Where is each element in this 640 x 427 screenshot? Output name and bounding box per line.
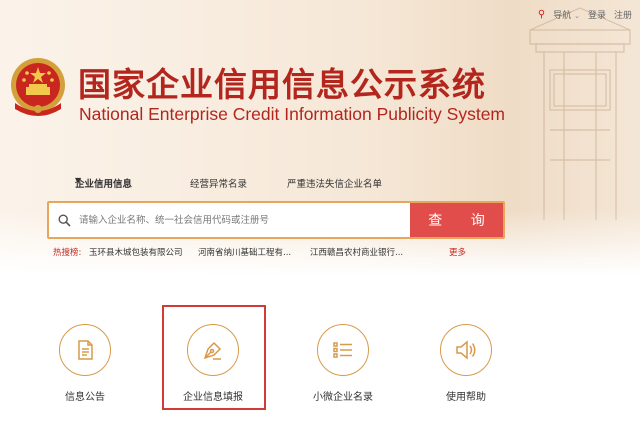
search-category-tabs: ▼ 企业信用信息 经营异常名录 严重违法失信企业名单 bbox=[0, 176, 640, 194]
search-input[interactable] bbox=[79, 203, 410, 237]
feature-label: 信息公告 bbox=[65, 392, 105, 403]
top-utility-bar: ⚲ 导航 ⌄ 登录 注册 bbox=[538, 6, 632, 22]
hot-search-item[interactable]: 河南省纳川基础工程有... bbox=[198, 246, 291, 258]
search-bar: 查 询 bbox=[47, 201, 505, 239]
speaker-icon bbox=[440, 324, 492, 376]
feature-usage-help[interactable]: 使用帮助 bbox=[406, 300, 526, 410]
hot-search-more-link[interactable]: 更多 bbox=[449, 246, 466, 258]
site-title-en: National Enterprise Credit Information P… bbox=[79, 104, 506, 124]
feature-label: 使用帮助 bbox=[446, 392, 486, 403]
hot-search-item[interactable]: 玉环县木城包装有限公司 bbox=[89, 246, 183, 258]
tab-abnormal-operations[interactable]: 经营异常名录 bbox=[190, 176, 247, 190]
nav-menu-link[interactable]: 导航 ⌄ bbox=[553, 8, 580, 21]
list-icon bbox=[317, 324, 369, 376]
login-link[interactable]: 登录 bbox=[588, 8, 606, 21]
document-icon bbox=[59, 324, 111, 376]
register-link[interactable]: 注册 bbox=[614, 8, 632, 21]
feature-info-announcement[interactable]: 信息公告 bbox=[25, 300, 145, 410]
building-decoration bbox=[529, 7, 631, 220]
hot-search-item[interactable]: 江西赣昌农村商业银行... bbox=[310, 246, 403, 258]
site-title-cn: 国家企业信用信息公示系统 bbox=[78, 65, 486, 104]
national-emblem-icon bbox=[11, 58, 65, 116]
feature-shortcuts: 信息公告 企业信息填报 小微企业名录 使用帮助 bbox=[0, 300, 640, 427]
feature-small-business-list[interactable]: 小微企业名录 bbox=[283, 300, 403, 410]
search-icon bbox=[49, 203, 79, 237]
nav-menu-label: 导航 bbox=[553, 10, 572, 21]
chevron-down-icon: ⌄ bbox=[574, 11, 580, 20]
highlight-annotation-box bbox=[162, 305, 266, 410]
tab-serious-violations[interactable]: 严重违法失信企业名单 bbox=[287, 176, 382, 190]
feature-label: 小微企业名录 bbox=[313, 392, 373, 403]
tab-enterprise-credit-label: 企业信用信息 bbox=[75, 179, 133, 190]
location-pin-icon: ⚲ bbox=[537, 8, 546, 20]
search-button[interactable]: 查 询 bbox=[410, 203, 503, 237]
hot-search-label: 热搜榜: bbox=[53, 248, 82, 258]
